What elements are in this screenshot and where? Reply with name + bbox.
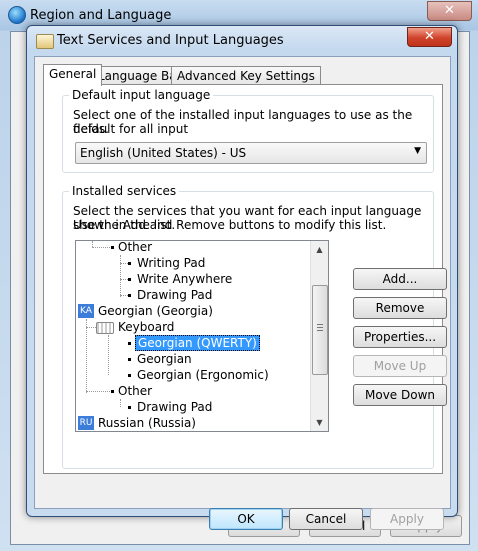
tree-item-georgian-qwerty[interactable]: Georgian (QWERTY) bbox=[135, 335, 260, 351]
selected-item-label: Georgian (QWERTY) bbox=[135, 335, 260, 351]
parent-window-title: Region and Language bbox=[30, 8, 172, 23]
tree-line bbox=[86, 319, 87, 393]
tree-line bbox=[92, 247, 112, 248]
russian-language-badge: RU bbox=[78, 416, 94, 430]
tree-line bbox=[108, 335, 109, 375]
apply-button[interactable]: Apply bbox=[370, 508, 444, 530]
tree-line bbox=[120, 399, 121, 407]
ok-button[interactable]: OK bbox=[209, 508, 283, 530]
tree-scrollbar[interactable]: ▲ ▼ bbox=[310, 241, 328, 431]
parent-close-button[interactable]: ✕ bbox=[427, 1, 472, 21]
tab-advanced-key-settings[interactable]: Advanced Key Settings bbox=[171, 66, 321, 85]
move-up-button[interactable]: Move Up bbox=[353, 355, 447, 377]
tree-item-russian-russia[interactable]: Russian (Russia) bbox=[98, 415, 196, 431]
dialog-title: Text Services and Input Languages bbox=[57, 33, 284, 48]
tree-item-drawing-pad[interactable]: Drawing Pad bbox=[137, 287, 212, 303]
default-input-group-label: Default input language bbox=[69, 88, 214, 102]
chevron-down-icon: ▼ bbox=[414, 146, 421, 156]
tree-line bbox=[120, 263, 128, 264]
scrollbar-thumb[interactable] bbox=[312, 285, 328, 375]
tree-item-keyboard[interactable]: Keyboard bbox=[118, 319, 174, 335]
text-services-dialog: Text Services and Input Languages ✕ Gene… bbox=[26, 25, 458, 530]
tree-line bbox=[86, 391, 110, 392]
tree-item-georgian-ergonomic[interactable]: Georgian (Ergonomic) bbox=[137, 367, 269, 383]
add-button[interactable]: Add... bbox=[353, 268, 447, 290]
tree-line bbox=[86, 327, 96, 328]
default-language-value: English (United States) - US bbox=[80, 146, 247, 160]
tree-item-other[interactable]: Other bbox=[118, 383, 152, 399]
default-language-dropdown[interactable]: English (United States) - US ▼ bbox=[75, 142, 427, 164]
tree-item-georgian-georgia[interactable]: Georgian (Georgia) bbox=[98, 303, 213, 319]
tree-bullet bbox=[128, 278, 131, 281]
tree-line bbox=[120, 255, 121, 297]
tree-bullet bbox=[128, 358, 131, 361]
globe-icon bbox=[8, 6, 26, 24]
keyboard-dialog-icon bbox=[36, 34, 54, 49]
scroll-down-arrow-icon[interactable]: ▼ bbox=[311, 414, 328, 431]
georgian-language-badge: KA bbox=[78, 304, 94, 318]
keyboard-icon bbox=[96, 322, 114, 334]
tree-bullet bbox=[111, 246, 114, 249]
tree-bullet bbox=[111, 390, 114, 393]
dialog-close-button[interactable]: ✕ bbox=[407, 27, 452, 47]
tree-bullet bbox=[128, 262, 131, 265]
dialog-client-area: General Language Bar Advanced Key Settin… bbox=[34, 56, 451, 530]
tree-bullet bbox=[128, 294, 131, 297]
cancel-button[interactable]: Cancel bbox=[289, 508, 363, 530]
tree-item-write-anywhere[interactable]: Write Anywhere bbox=[137, 271, 232, 287]
default-input-description-line2: fields. bbox=[73, 122, 109, 136]
tree-item-other[interactable]: Other bbox=[118, 241, 152, 255]
tree-item-drawing-pad[interactable]: Drawing Pad bbox=[137, 399, 212, 415]
tree-line bbox=[120, 295, 128, 296]
properties-button[interactable]: Properties... bbox=[353, 326, 447, 348]
tab-general[interactable]: General bbox=[43, 64, 103, 86]
tree-bullet bbox=[128, 406, 131, 409]
general-tab-page: Default input language Select one of the… bbox=[43, 84, 447, 474]
default-input-group: Default input language Select one of the… bbox=[62, 88, 434, 173]
tree-item-writing-pad[interactable]: Writing Pad bbox=[137, 255, 205, 271]
default-input-description-line1: Select one of the installed input langua… bbox=[73, 108, 413, 136]
tree-bullet bbox=[128, 342, 131, 345]
scroll-up-arrow-icon[interactable]: ▲ bbox=[311, 241, 328, 258]
installed-services-group: Installed services Select the services t… bbox=[62, 184, 447, 469]
tree-item-georgian[interactable]: Georgian bbox=[137, 351, 192, 367]
remove-button[interactable]: Remove bbox=[353, 297, 447, 319]
grip-icon bbox=[317, 324, 323, 332]
move-down-button[interactable]: Move Down bbox=[353, 384, 447, 406]
installed-services-group-label: Installed services bbox=[69, 184, 180, 198]
installed-services-tree[interactable]: Other Writing Pad Write Anywhere Drawing… bbox=[75, 240, 329, 432]
installed-services-description-line2: Use the Add and Remove buttons to modify… bbox=[73, 218, 387, 232]
tree-line bbox=[120, 279, 128, 280]
tree-bullet bbox=[128, 374, 131, 377]
